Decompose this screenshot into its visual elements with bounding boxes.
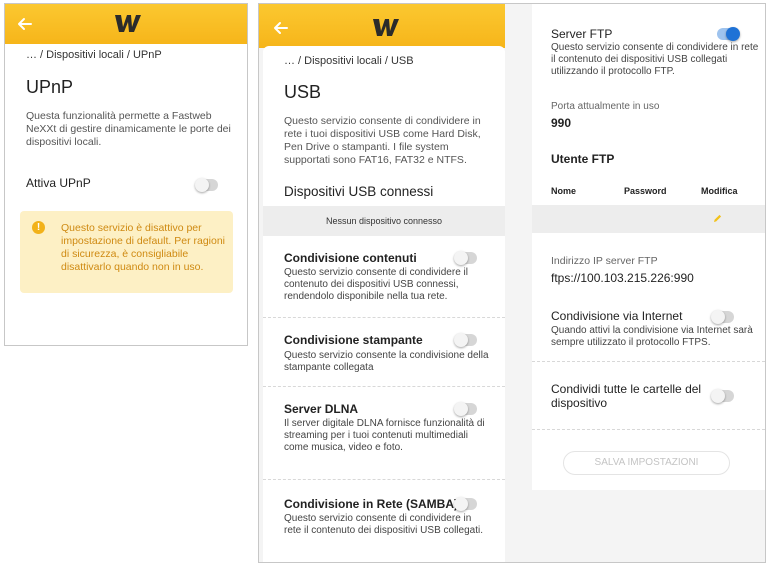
upnp-toggle-label: Attiva UPnP (26, 176, 91, 190)
printer-sharing-toggle[interactable] (454, 333, 477, 347)
fastweb-logo-icon (115, 15, 141, 32)
internet-sharing-desc: Quando attivi la condivisione via Intern… (551, 325, 753, 349)
app-bar (5, 4, 247, 44)
divider (532, 361, 765, 362)
app-bar (259, 4, 505, 48)
section-title-content-sharing: Condivisione contenuti (284, 251, 417, 265)
page-description: Questa funzionalità permette a Fastweb N… (26, 110, 231, 148)
usb-screen: … / Dispositivi locali / USB USB Questo … (258, 3, 766, 563)
divider (263, 479, 505, 480)
samba-toggle[interactable] (454, 497, 477, 511)
content-sharing-toggle[interactable] (454, 251, 477, 265)
warning-text: Questo servizio è disattivo per impostaz… (61, 222, 226, 273)
port-label: Porta attualmente in uso (551, 101, 660, 112)
upnp-toggle[interactable] (195, 178, 218, 192)
ftp-card: Server FTP Questo servizio consente di c… (532, 4, 765, 490)
usb-card: … / Dispositivi locali / USB USB Questo … (263, 46, 505, 562)
ftp-user-row (532, 205, 765, 233)
divider (263, 317, 505, 318)
dlna-server-toggle[interactable] (454, 402, 477, 416)
share-all-folders-toggle[interactable] (711, 389, 734, 403)
info-icon: ! (32, 221, 45, 234)
warning-box: ! Questo servizio è disattivo per impost… (20, 211, 233, 293)
section-title-dlna-server: Server DLNA (284, 402, 359, 416)
save-settings-button[interactable]: SALVA IMPOSTAZIONI (563, 451, 730, 475)
section-desc-samba: Questo servizio consente di condividere … (284, 513, 483, 537)
internet-sharing-title: Condivisione via Internet (551, 309, 683, 323)
ftp-server-desc: Questo servizio consente di condividere … (551, 42, 759, 78)
breadcrumb[interactable]: … / Dispositivi locali / USB (284, 55, 414, 67)
column-name: Nome (551, 186, 577, 196)
section-title-printer-sharing: Condivisione stampante (284, 333, 423, 347)
breadcrumb[interactable]: … / Dispositivi locali / UPnP (26, 49, 162, 61)
no-device-message: Nessun dispositivo connesso (263, 206, 505, 236)
section-desc-dlna-server: Il server digitale DLNA fornisce funzion… (284, 418, 485, 454)
section-title-samba: Condivisione in Rete (SAMBA) (284, 497, 459, 511)
internet-sharing-toggle[interactable] (711, 310, 734, 324)
divider (263, 386, 505, 387)
column-edit: Modifica (701, 186, 738, 196)
fastweb-logo-icon (373, 19, 399, 36)
page-description: Questo servizio consente di condividere … (284, 115, 481, 166)
upnp-card: … / Dispositivi locali / UPnP UPnP Quest… (5, 44, 247, 345)
section-desc-printer-sharing: Questo servizio consente la condivisione… (284, 350, 489, 374)
connected-devices-heading: Dispositivi USB connessi (284, 184, 434, 199)
page-title: USB (284, 82, 322, 102)
column-password: Password (624, 186, 667, 196)
page-title: UPnP (26, 77, 74, 97)
port-value: 990 (551, 116, 572, 130)
back-arrow-icon[interactable] (271, 18, 291, 38)
upnp-screen: … / Dispositivi locali / UPnP UPnP Quest… (4, 3, 248, 346)
ip-value: ftps://100.103.215.226:990 (551, 271, 694, 285)
divider (532, 429, 765, 430)
section-desc-content-sharing: Questo servizio consente di condividere … (284, 267, 468, 303)
pencil-icon[interactable] (712, 213, 723, 224)
ftp-server-toggle[interactable] (717, 27, 740, 41)
ftp-user-heading: Utente FTP (551, 152, 615, 166)
share-all-folders-title: Condividi tutte le cartelle del disposit… (551, 382, 702, 410)
back-arrow-icon[interactable] (15, 14, 35, 34)
ftp-server-title: Server FTP (551, 27, 613, 41)
ip-label: Indirizzo IP server FTP (551, 255, 658, 267)
